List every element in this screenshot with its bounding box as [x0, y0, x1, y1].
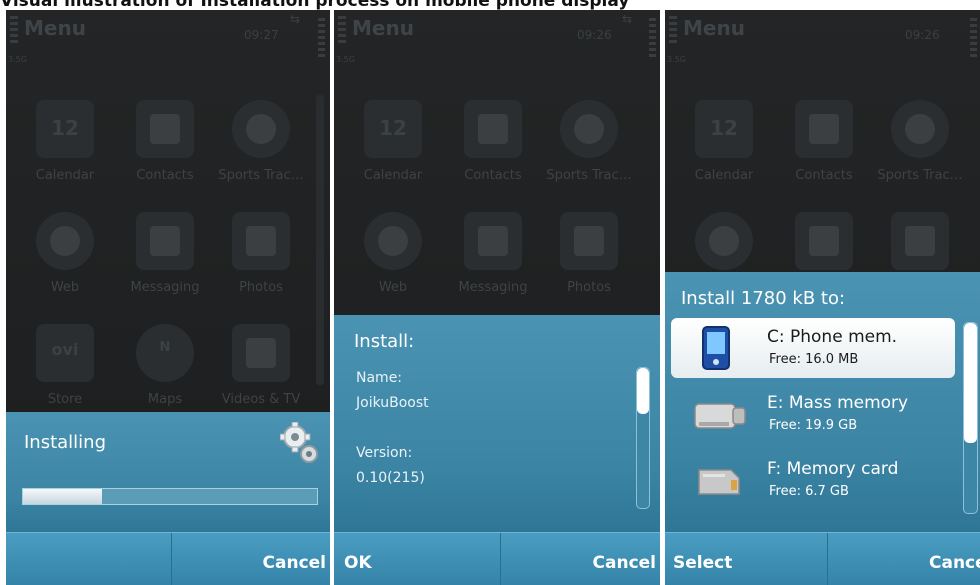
compass-icon: N	[136, 324, 194, 382]
app-web[interactable]	[679, 212, 769, 280]
battery-icon	[649, 18, 656, 58]
scrollbar-thumb[interactable]	[964, 323, 977, 443]
battery-icon	[318, 18, 325, 58]
app-calendar[interactable]: 12 Calendar	[348, 100, 438, 183]
app-contacts[interactable]: Contacts	[120, 100, 210, 183]
battery-icon	[970, 18, 977, 58]
app-photos[interactable]: Photos	[216, 212, 306, 295]
option-memory-card[interactable]: F: Memory card Free: 6.7 GB	[671, 450, 955, 510]
app-sports-tracker[interactable]: Sports Trac…	[216, 100, 306, 183]
scrollbar-thumb[interactable]	[637, 368, 649, 414]
installing-dialog: Installing	[6, 412, 330, 534]
dialog-scrollbar[interactable]	[963, 322, 978, 514]
dialog-title: Installing	[24, 432, 107, 453]
app-calendar[interactable]: 12 Calendar	[20, 100, 110, 183]
menu-title: Menu	[683, 16, 745, 40]
globe-icon	[364, 212, 422, 270]
envelope-icon	[795, 212, 853, 270]
network-type-label: 3.5G	[667, 55, 686, 64]
clock: 09:27	[244, 28, 279, 42]
memory-card-icon	[697, 466, 741, 500]
network-type-label: 3.5G	[336, 55, 355, 64]
app-web[interactable]: Web	[348, 212, 438, 295]
photos-icon	[891, 212, 949, 270]
signal-strength-icon	[10, 16, 18, 44]
app-sports-tracker[interactable]: Sports Trac…	[544, 100, 634, 183]
option-mass-memory[interactable]: E: Mass memory Free: 19.9 GB	[671, 384, 955, 444]
install-progress-bar	[22, 488, 318, 505]
clock: 09:26	[577, 28, 612, 42]
softkey-bar: Select Cancel	[665, 532, 980, 585]
ok-button[interactable]: OK	[344, 553, 372, 573]
envelope-icon	[136, 212, 194, 270]
contacts-icon	[795, 100, 853, 158]
usb-icon: ⇆	[622, 12, 633, 26]
photos-icon	[560, 212, 618, 270]
globe-icon	[36, 212, 94, 270]
menu-scrollbar[interactable]	[316, 95, 324, 385]
film-icon	[232, 324, 290, 382]
version-label: Version:	[356, 445, 413, 461]
app-contacts[interactable]: Contacts	[779, 100, 869, 183]
name-label: Name:	[356, 370, 403, 386]
app-contacts[interactable]: Contacts	[448, 100, 538, 183]
calendar-icon: 12	[364, 100, 422, 158]
signal-strength-icon	[338, 16, 346, 44]
mass-memory-icon	[693, 400, 747, 436]
menu-title: Menu	[352, 16, 414, 40]
version-value: 0.10(215)	[356, 470, 425, 486]
calendar-icon: 12	[36, 100, 94, 158]
dialog-scrollbar[interactable]	[636, 367, 650, 509]
cancel-button[interactable]: Cancel	[593, 553, 656, 573]
globe-icon	[695, 212, 753, 270]
sports-tracker-icon	[560, 100, 618, 158]
network-type-label: 3.5G	[8, 55, 27, 64]
progress-fill	[23, 489, 103, 504]
sports-tracker-icon	[232, 100, 290, 158]
install-details-dialog: Install: Name: JoikuBoost Version: 0.10(…	[334, 315, 660, 533]
app-videos-tv[interactable]: Videos & TV	[216, 324, 306, 407]
signal-strength-icon	[669, 16, 677, 44]
gears-icon	[279, 421, 322, 466]
app-photos[interactable]	[875, 212, 965, 280]
contacts-icon	[136, 100, 194, 158]
contacts-icon	[464, 100, 522, 158]
screen-installing: Menu 3.5G 09:27 ⇆ 12 Calendar Contacts S…	[6, 10, 330, 585]
calendar-icon: 12	[695, 100, 753, 158]
softkey-bar: OK Cancel	[334, 532, 660, 585]
usb-icon: ⇆	[290, 12, 301, 26]
option-phone-memory[interactable]: C: Phone mem. Free: 16.0 MB	[671, 318, 955, 378]
clock: 09:26	[905, 28, 940, 42]
sports-tracker-icon	[891, 100, 949, 158]
photos-icon	[232, 212, 290, 270]
app-calendar[interactable]: 12 Calendar	[679, 100, 769, 183]
select-button[interactable]: Select	[673, 553, 732, 573]
app-maps[interactable]: N Maps	[120, 324, 210, 407]
cancel-button[interactable]: Cancel	[929, 553, 980, 573]
app-name-value: JoikuBoost	[356, 395, 429, 411]
ovi-store-icon: ovi	[36, 324, 94, 382]
menu-title: Menu	[24, 16, 86, 40]
app-web[interactable]: Web	[20, 212, 110, 295]
dialog-title: Install 1780 kB to:	[681, 288, 846, 309]
app-messaging[interactable]: Messaging	[120, 212, 210, 295]
envelope-icon	[464, 212, 522, 270]
app-store[interactable]: ovi Store	[20, 324, 110, 407]
memory-selection-dialog: Install 1780 kB to: C: Phone mem. Free: …	[665, 272, 980, 533]
softkey-bar: Cancel	[6, 532, 330, 585]
cancel-button[interactable]: Cancel	[263, 553, 326, 573]
app-messaging[interactable]: Messaging	[448, 212, 538, 295]
app-sports-tracker[interactable]: Sports Trac…	[875, 100, 965, 183]
screen-memory-selection: Menu 3.5G 09:26 12 Calendar Contacts Spo…	[665, 10, 980, 585]
app-photos[interactable]: Photos	[544, 212, 634, 295]
dialog-title: Install:	[354, 331, 415, 352]
app-messaging[interactable]	[779, 212, 869, 280]
screen-install-details: Menu 3.5G 09:26 ⇆ 12 Calendar Contacts S…	[334, 10, 660, 585]
phone-memory-icon	[699, 326, 733, 374]
